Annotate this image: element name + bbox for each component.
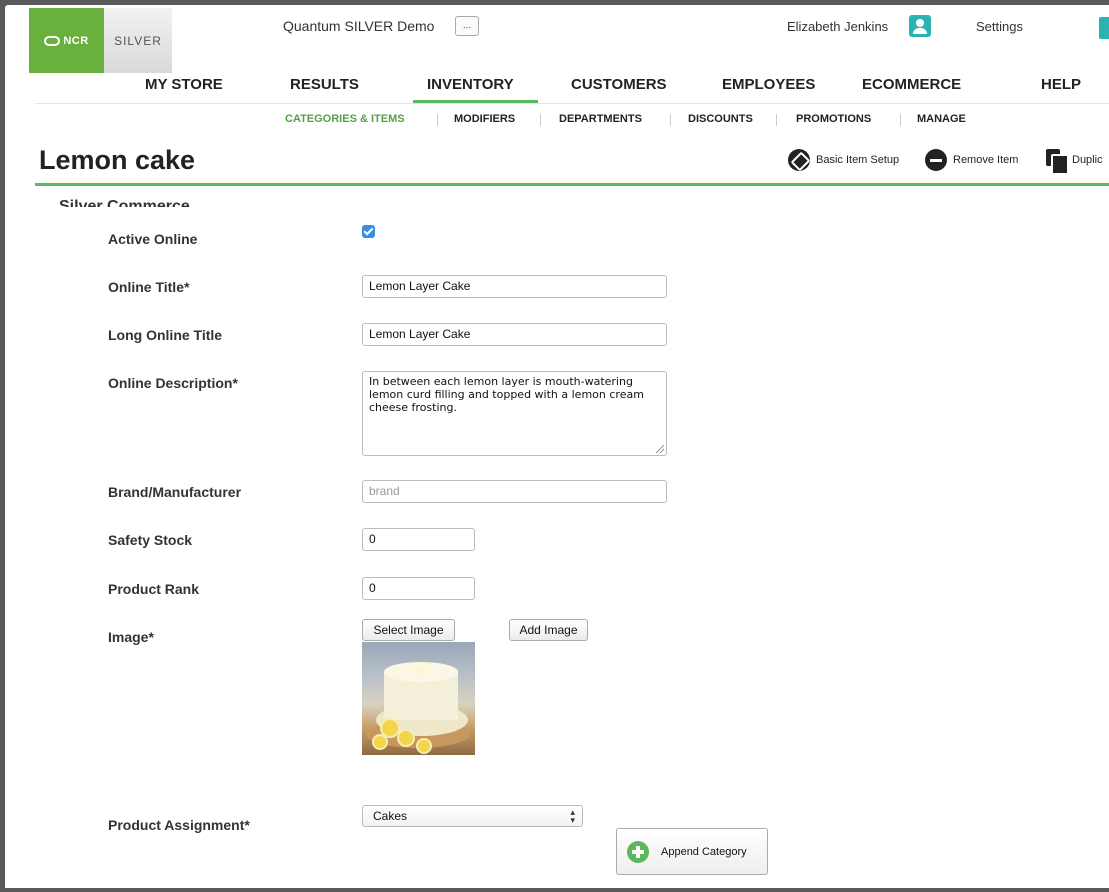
- select-arrows-icon: ▴ ▾: [570, 807, 575, 825]
- wrench-icon: [788, 149, 810, 171]
- online-title-label: Online Title*: [108, 279, 190, 295]
- product-rank-input[interactable]: 0: [362, 577, 475, 600]
- duplicate-button[interactable]: Duplic: [1046, 149, 1103, 175]
- select-image-button[interactable]: Select Image: [362, 619, 455, 641]
- section-heading-clip: Silver Commerce: [59, 193, 259, 207]
- nav-results[interactable]: RESULTS: [290, 73, 359, 103]
- site-menu-button[interactable]: ...: [455, 16, 479, 36]
- product-assignment-label: Product Assignment*: [108, 817, 250, 833]
- brand-label: Brand/Manufacturer: [108, 484, 242, 500]
- nav-divider: [35, 103, 1109, 104]
- subnav-separator: [776, 114, 777, 126]
- subnav-manage[interactable]: MANAGE: [917, 113, 966, 125]
- product-assignment-select[interactable]: Cakes ▴ ▾: [362, 805, 583, 827]
- active-online-label: Active Online: [108, 231, 198, 247]
- ncr-logo-text: NCR: [63, 34, 89, 47]
- subnav-departments[interactable]: DEPARTMENTS: [559, 113, 642, 125]
- title-divider: [35, 183, 1109, 186]
- silver-logo-text: SILVER: [114, 33, 162, 48]
- image-label: Image*: [108, 629, 154, 645]
- append-category-label: Append Category: [661, 845, 747, 858]
- user-avatar-icon[interactable]: [909, 15, 931, 37]
- app-window: NCR SILVER Quantum SILVER Demo ... Eliza…: [5, 5, 1109, 888]
- nav-employees[interactable]: EMPLOYEES: [722, 73, 815, 103]
- resize-grip-icon[interactable]: [656, 445, 664, 453]
- safety-stock-input[interactable]: 0: [362, 528, 475, 551]
- basic-item-setup-button[interactable]: Basic Item Setup: [788, 149, 899, 171]
- subnav-separator: [670, 114, 671, 126]
- help-chip-icon[interactable]: [1099, 17, 1109, 39]
- online-description-label: Online Description*: [108, 375, 238, 391]
- subnav-categories-items[interactable]: CATEGORIES & ITEMS: [285, 113, 405, 125]
- online-description-text: In between each lemon layer is mouth-wat…: [369, 375, 644, 414]
- remove-item-label: Remove Item: [953, 154, 1019, 166]
- subnav-modifiers[interactable]: MODIFIERS: [454, 113, 515, 125]
- nav-ecommerce[interactable]: ECOMMERCE: [862, 73, 961, 103]
- sub-nav: CATEGORIES & ITEMS MODIFIERS DEPARTMENTS…: [5, 113, 1109, 129]
- product-rank-label: Product Rank: [108, 581, 200, 597]
- section-heading: Silver Commerce: [59, 198, 190, 207]
- page-title: Lemon cake: [39, 145, 196, 175]
- user-name[interactable]: Elizabeth Jenkins: [787, 19, 888, 34]
- product-image: [362, 642, 475, 755]
- subnav-promotions[interactable]: PROMOTIONS: [796, 113, 871, 125]
- cake-photo-icon: [366, 662, 470, 754]
- basic-item-setup-label: Basic Item Setup: [816, 154, 900, 166]
- subnav-separator: [900, 114, 901, 126]
- safety-stock-label: Safety Stock: [108, 532, 193, 548]
- online-description-textarea[interactable]: In between each lemon layer is mouth-wat…: [362, 371, 667, 456]
- remove-item-button[interactable]: Remove Item: [925, 149, 1018, 171]
- settings-link[interactable]: Settings: [976, 19, 1023, 34]
- long-online-title-label: Long Online Title: [108, 327, 223, 343]
- product-assignment-value: Cakes: [373, 809, 408, 823]
- online-title-input[interactable]: Lemon Layer Cake: [362, 275, 667, 298]
- ncr-logo[interactable]: NCR: [29, 8, 104, 73]
- brand-input[interactable]: brand: [362, 480, 667, 503]
- active-online-checkbox[interactable]: [362, 225, 375, 238]
- minus-circle-icon: [925, 149, 947, 171]
- ncr-ring-icon: [44, 35, 61, 46]
- duplicate-label: Duplic: [1072, 154, 1103, 166]
- nav-help[interactable]: HELP: [1041, 73, 1081, 103]
- subnav-separator: [437, 114, 438, 126]
- subnav-separator: [540, 114, 541, 126]
- nav-my-store[interactable]: MY STORE: [145, 73, 223, 103]
- site-name: Quantum SILVER Demo: [283, 18, 435, 34]
- main-nav: MY STORE RESULTS INVENTORY CUSTOMERS EMP…: [5, 73, 1109, 105]
- plus-circle-icon: [627, 840, 649, 863]
- add-image-button[interactable]: Add Image: [509, 619, 588, 641]
- subnav-discounts[interactable]: DISCOUNTS: [688, 113, 753, 125]
- duplicate-icon: [1046, 149, 1069, 175]
- nav-customers[interactable]: CUSTOMERS: [571, 73, 667, 103]
- nav-inventory[interactable]: INVENTORY: [413, 73, 538, 103]
- silver-logo[interactable]: SILVER: [104, 8, 172, 73]
- append-category-button[interactable]: Append Category: [616, 828, 768, 875]
- long-online-title-input[interactable]: Lemon Layer Cake: [362, 323, 667, 346]
